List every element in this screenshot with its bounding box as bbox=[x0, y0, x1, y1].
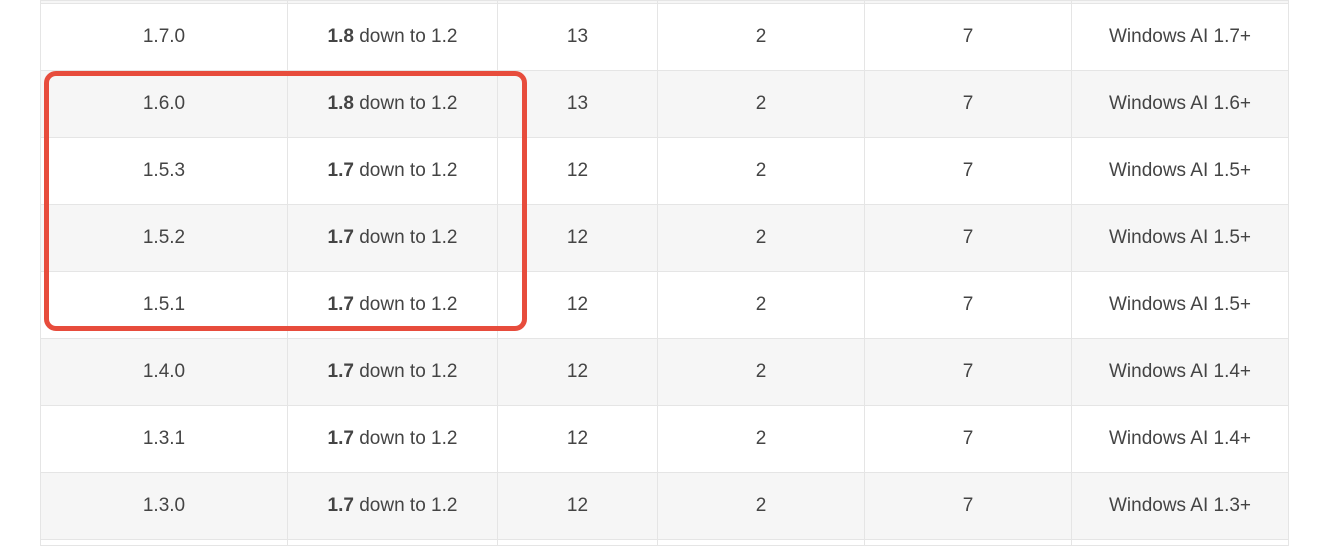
cell-version: 1.3.1 bbox=[41, 406, 288, 473]
range-bold: 1.7 bbox=[328, 227, 354, 248]
cell-range: 1.7 down to 1.2 bbox=[288, 138, 498, 205]
cell-version: 1.5.2 bbox=[41, 205, 288, 272]
cell-col4: 2 bbox=[658, 71, 865, 138]
range-bold: 1.7 bbox=[328, 160, 354, 181]
cell-col6: Windows AI 1.4+ bbox=[1072, 406, 1289, 473]
cell-col6: Windows AI 1.3+ bbox=[1072, 473, 1289, 540]
cell-col3: 13 bbox=[498, 71, 658, 138]
cell-col3: 12 bbox=[498, 339, 658, 406]
cell-range: 1.7 down to 1.2 bbox=[288, 473, 498, 540]
table-row: 1.5.21.7 down to 1.21227Windows AI 1.5+ bbox=[41, 205, 1289, 272]
range-rest: down to 1.2 bbox=[354, 428, 458, 449]
cell-col3: 12 bbox=[498, 406, 658, 473]
table-row: 1.3.11.7 down to 1.21227Windows AI 1.4+ bbox=[41, 406, 1289, 473]
table-row: 1.6.01.8 down to 1.21327Windows AI 1.6+ bbox=[41, 71, 1289, 138]
table-row: 1.5.11.7 down to 1.21227Windows AI 1.5+ bbox=[41, 272, 1289, 339]
cell-col5: 7 bbox=[865, 138, 1072, 205]
cell-col5: 7 bbox=[865, 473, 1072, 540]
cell-col5: 7 bbox=[865, 339, 1072, 406]
table-row: 1.4.01.7 down to 1.21227Windows AI 1.4+ bbox=[41, 339, 1289, 406]
cell-col3: 12 bbox=[498, 205, 658, 272]
cell-version: 1.4.0 bbox=[41, 339, 288, 406]
cell-col6: Windows AI 1.5+ bbox=[1072, 138, 1289, 205]
version-table: 1.7.01.8 down to 1.21327Windows AI 1.7+1… bbox=[40, 0, 1289, 546]
range-rest: down to 1.2 bbox=[354, 227, 458, 248]
range-bold: 1.8 bbox=[328, 26, 354, 47]
cell-range: 1.7 down to 1.2 bbox=[288, 205, 498, 272]
range-rest: down to 1.2 bbox=[354, 26, 458, 47]
cell-col5: 7 bbox=[865, 406, 1072, 473]
cell-col3: 12 bbox=[498, 473, 658, 540]
table-row: 1.5.31.7 down to 1.21227Windows AI 1.5+ bbox=[41, 138, 1289, 205]
cell-version: 1.5.3 bbox=[41, 138, 288, 205]
cell-col3: 13 bbox=[498, 4, 658, 71]
cell-range: 1.7 down to 1.2 bbox=[288, 406, 498, 473]
cell-col5: 7 bbox=[865, 4, 1072, 71]
range-bold: 1.7 bbox=[328, 294, 354, 315]
cell-range: 1.8 down to 1.2 bbox=[288, 71, 498, 138]
table-row: 1.7.01.8 down to 1.21327Windows AI 1.7+ bbox=[41, 4, 1289, 71]
cell-range: 1.7 down to 1.2 bbox=[288, 272, 498, 339]
range-bold: 1.7 bbox=[328, 495, 354, 516]
range-bold: 1.8 bbox=[328, 93, 354, 114]
cell-col4: 2 bbox=[658, 272, 865, 339]
cell-col4: 2 bbox=[658, 339, 865, 406]
cell-col6: Windows AI 1.6+ bbox=[1072, 71, 1289, 138]
cell-col4: 2 bbox=[658, 138, 865, 205]
cell-col6: Windows AI 1.5+ bbox=[1072, 205, 1289, 272]
cell-col6: Windows AI 1.4+ bbox=[1072, 339, 1289, 406]
range-rest: down to 1.2 bbox=[354, 160, 458, 181]
range-rest: down to 1.2 bbox=[354, 93, 458, 114]
cell-range: 1.7 down to 1.2 bbox=[288, 339, 498, 406]
range-rest: down to 1.2 bbox=[354, 361, 458, 382]
cell-version: 1.7.0 bbox=[41, 4, 288, 71]
range-bold: 1.7 bbox=[328, 428, 354, 449]
cell-range: 1.8 down to 1.2 bbox=[288, 4, 498, 71]
range-bold: 1.7 bbox=[328, 361, 354, 382]
table-row: 1.3.01.7 down to 1.21227Windows AI 1.3+ bbox=[41, 473, 1289, 540]
cell-version: 1.6.0 bbox=[41, 71, 288, 138]
table-row-partial-bottom bbox=[41, 540, 1289, 546]
cell-col4: 2 bbox=[658, 205, 865, 272]
cell-col4: 2 bbox=[658, 406, 865, 473]
cell-col6: Windows AI 1.5+ bbox=[1072, 272, 1289, 339]
range-rest: down to 1.2 bbox=[354, 294, 458, 315]
cell-col5: 7 bbox=[865, 71, 1072, 138]
cell-col6: Windows AI 1.7+ bbox=[1072, 4, 1289, 71]
cell-col4: 2 bbox=[658, 4, 865, 71]
cell-col5: 7 bbox=[865, 272, 1072, 339]
cell-version: 1.5.1 bbox=[41, 272, 288, 339]
cell-version: 1.3.0 bbox=[41, 473, 288, 540]
cell-col3: 12 bbox=[498, 138, 658, 205]
cell-col3: 12 bbox=[498, 272, 658, 339]
range-rest: down to 1.2 bbox=[354, 495, 458, 516]
cell-col4: 2 bbox=[658, 473, 865, 540]
cell-col5: 7 bbox=[865, 205, 1072, 272]
